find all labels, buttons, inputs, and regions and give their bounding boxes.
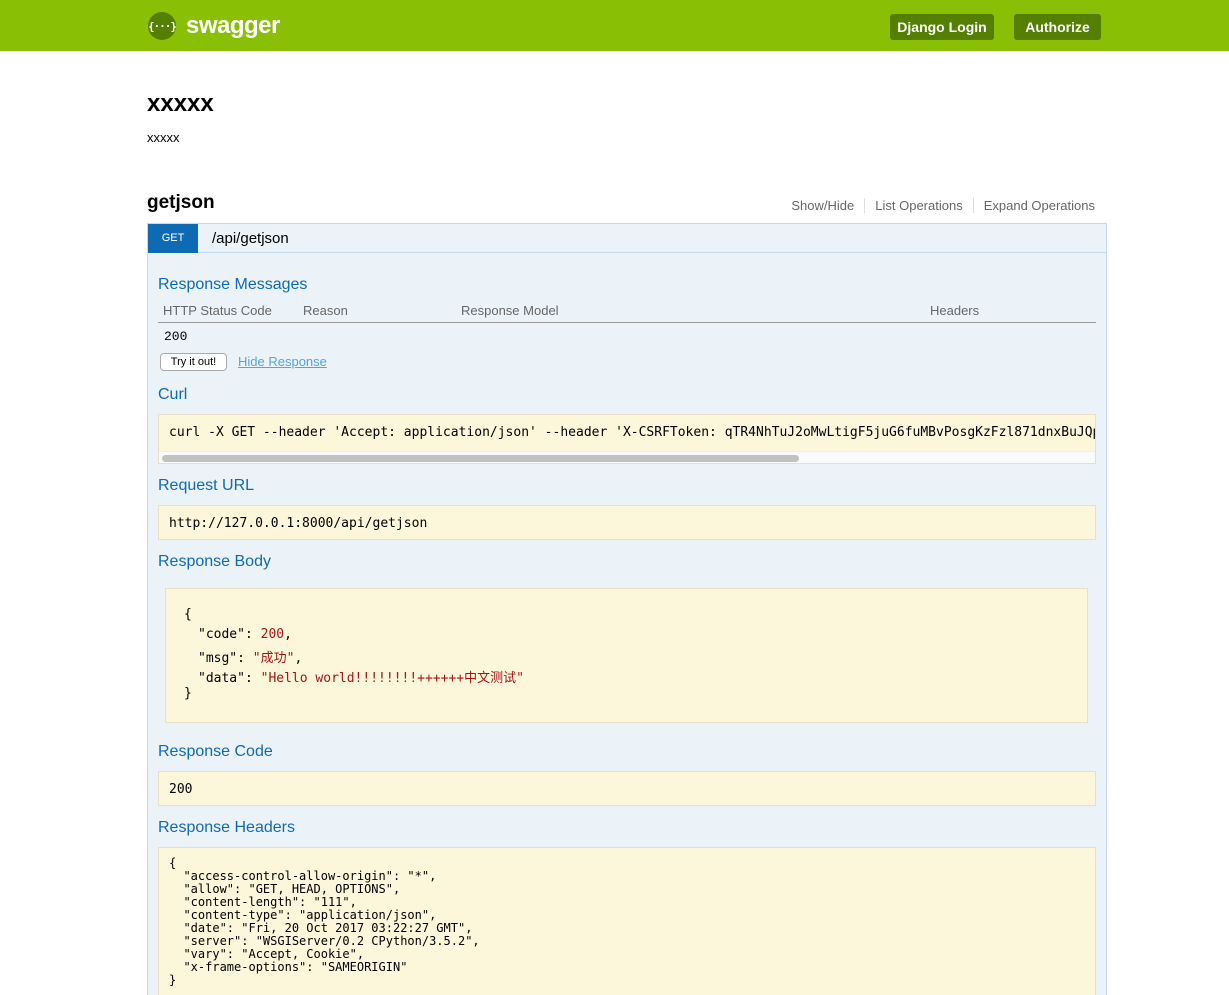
scrollbar-thumb[interactable]	[162, 455, 799, 462]
django-login-button[interactable]: Django Login	[890, 14, 994, 40]
api-description: xxxxx	[147, 130, 180, 145]
value-msg: "成功"	[252, 651, 295, 666]
response-messages-title: Response Messages	[158, 276, 308, 293]
value-code: 200	[260, 627, 285, 642]
response-body-title: Response Body	[158, 553, 271, 570]
swagger-icon: {···}	[148, 12, 177, 40]
body-line-data: "data": "Hello world!!!!!!!!++++++中文测试"	[198, 667, 524, 686]
operation-heading[interactable]: GET /api/getjson	[148, 223, 1106, 253]
curl-title: Curl	[158, 386, 188, 403]
body-open-brace: {	[184, 607, 192, 622]
try-it-out-button[interactable]: Try it out!	[160, 353, 227, 371]
response-code-title: Response Code	[158, 743, 273, 760]
body-close-brace: }	[184, 686, 192, 701]
key-data: "data":	[198, 671, 261, 686]
response-body-block: { "code": 200, "msg": "成功", "data": "Hel…	[165, 588, 1088, 723]
curl-command: curl -X GET --header 'Accept: applicatio…	[169, 425, 1096, 440]
response-headers-title: Response Headers	[158, 819, 295, 836]
request-url-title: Request URL	[158, 477, 255, 494]
resource-links: Show/Hide List Operations Expand Operati…	[781, 198, 1095, 213]
body-line-msg: "msg": "成功",	[198, 651, 303, 666]
operation-path[interactable]: /api/getjson	[212, 230, 289, 247]
key-msg: "msg":	[198, 651, 253, 666]
response-messages-table-header: HTTP Status Code Reason Response Model H…	[158, 303, 1096, 323]
col-reason: Reason	[303, 303, 348, 318]
col-headers: Headers	[930, 303, 980, 318]
col-status-code: HTTP Status Code	[163, 303, 272, 318]
value-data: "Hello world!!!!!!!!++++++中文测试"	[260, 671, 524, 686]
hide-response-link[interactable]: Hide Response	[238, 354, 327, 369]
show-hide-link[interactable]: Show/Hide	[781, 198, 864, 213]
authorize-button[interactable]: Authorize	[1014, 14, 1101, 40]
swagger-logo[interactable]: {···} swagger	[148, 12, 280, 40]
horizontal-scrollbar[interactable]	[159, 451, 1095, 463]
response-headers-block: { "access-control-allow-origin": "*", "a…	[158, 847, 1096, 995]
header-line: "x-frame-options": "SAMEORIGIN"	[169, 960, 408, 974]
response-code-block: 200	[158, 771, 1096, 806]
logo-text: swagger	[186, 12, 280, 39]
request-url: http://127.0.0.1:8000/api/getjson	[169, 516, 428, 531]
curl-block: curl -X GET --header 'Accept: applicatio…	[158, 414, 1096, 464]
key-code: "code":	[198, 627, 261, 642]
status-code-cell: 200	[164, 329, 188, 344]
expand-operations-link[interactable]: Expand Operations	[972, 198, 1095, 213]
response-code: 200	[169, 782, 193, 797]
request-url-block: http://127.0.0.1:8000/api/getjson	[158, 505, 1096, 540]
api-title: xxxxx	[147, 90, 214, 117]
col-response-model: Response Model	[461, 303, 559, 318]
operation-panel: GET /api/getjson Response Messages HTTP …	[147, 223, 1107, 995]
header-line: }	[169, 973, 177, 987]
list-operations-link[interactable]: List Operations	[864, 198, 972, 213]
resource-name[interactable]: getjson	[147, 192, 215, 214]
body-line-code: "code": 200,	[198, 627, 292, 642]
http-method-badge[interactable]: GET	[148, 223, 198, 253]
top-navbar: {···} swagger Django Login Authorize	[0, 0, 1229, 51]
